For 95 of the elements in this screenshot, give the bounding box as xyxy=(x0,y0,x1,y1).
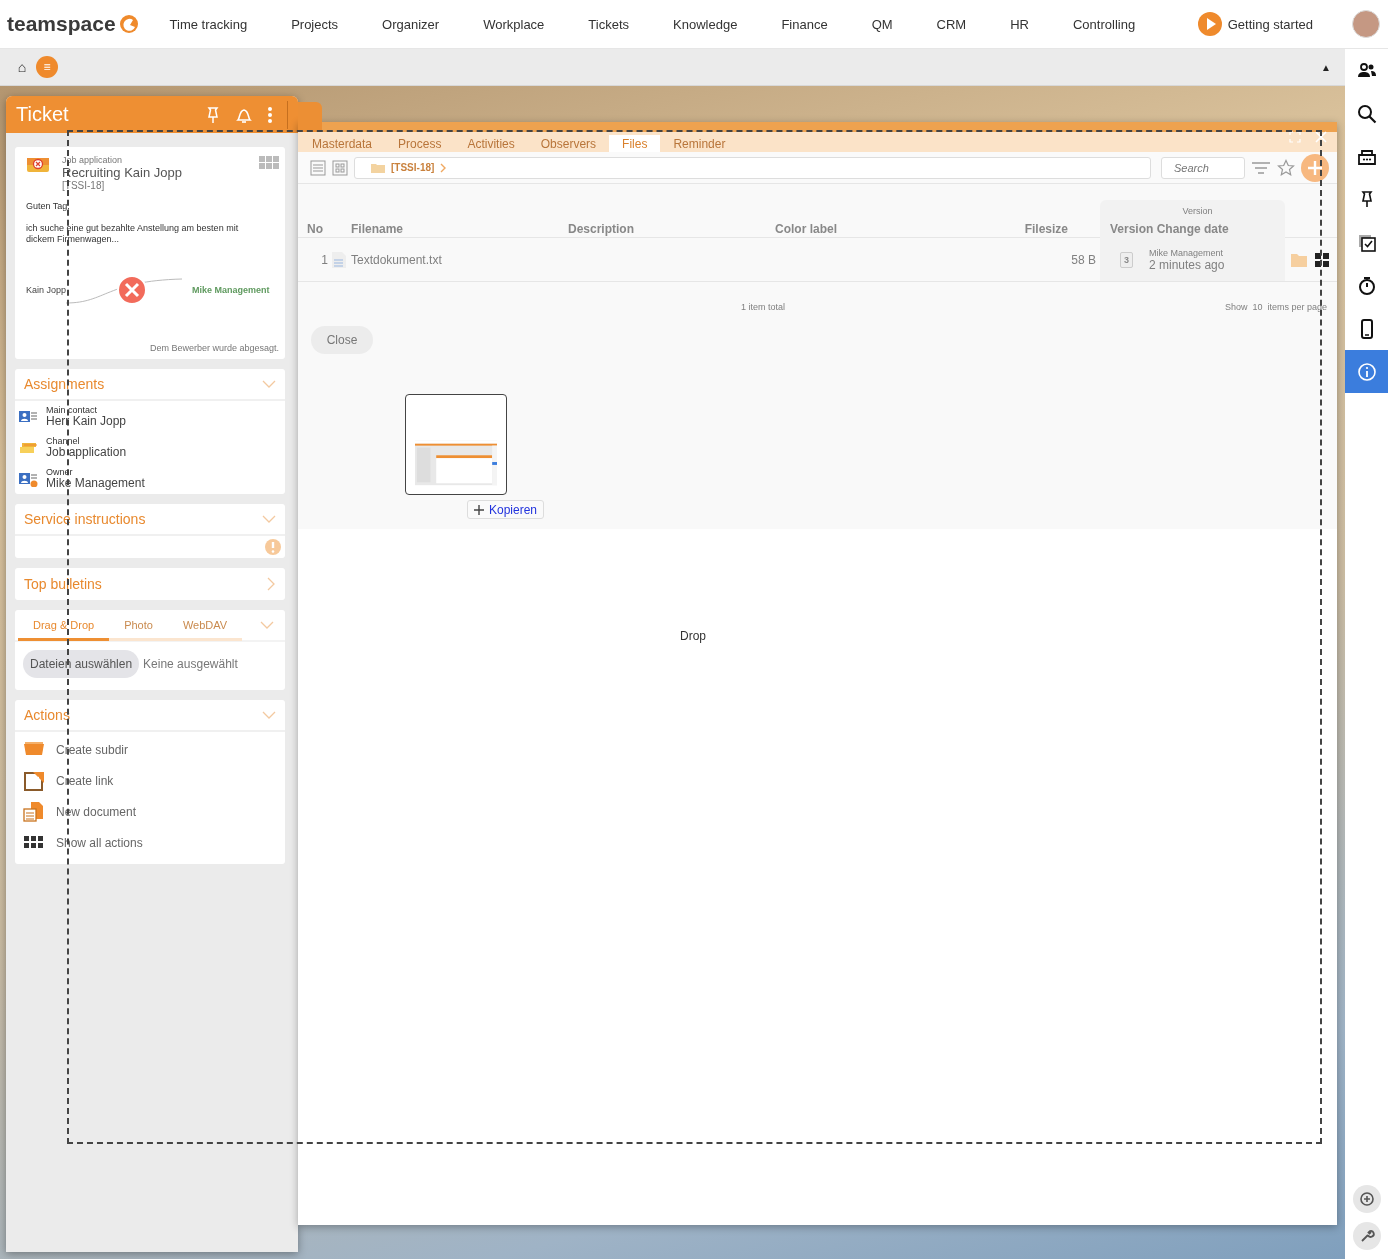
action-link[interactable]: Show all actions xyxy=(23,827,285,858)
section-title: Actions xyxy=(24,707,70,723)
nav-link[interactable]: CRM xyxy=(936,16,967,32)
stopwatch-icon xyxy=(1356,275,1377,296)
chevron-icon[interactable] xyxy=(262,514,276,524)
item-count: 1 item total xyxy=(741,302,786,312)
chevron-icon[interactable] xyxy=(260,620,274,630)
section-title: Assignments xyxy=(24,376,105,392)
pin-icon[interactable] xyxy=(205,105,221,124)
recipient-name: Mike Management xyxy=(192,285,270,295)
ticket-status: Dem Bewerber wurde abgesagt. xyxy=(148,343,279,353)
section-title: Service instructions xyxy=(24,511,146,527)
add-button[interactable] xyxy=(1301,153,1329,182)
nav-link[interactable]: Knowledge xyxy=(673,16,738,32)
pager-label: items per page xyxy=(1267,302,1327,312)
getting-started-label: Getting started xyxy=(1227,16,1313,32)
play-icon xyxy=(1197,12,1222,36)
chevron-icon[interactable] xyxy=(262,710,276,720)
owner-card-icon xyxy=(19,470,39,487)
nav-link[interactable]: Finance xyxy=(781,16,828,32)
grid-icon[interactable] xyxy=(1315,252,1329,267)
version-author: Mike Management xyxy=(1149,247,1225,258)
folder-icon xyxy=(371,162,385,173)
star-icon[interactable] xyxy=(1277,158,1295,177)
info-icon xyxy=(1356,361,1377,382)
close-icon[interactable] xyxy=(1315,131,1327,143)
nav-link[interactable]: QM xyxy=(871,16,893,32)
text-file-icon xyxy=(331,250,347,269)
list-view-icon[interactable] xyxy=(310,159,326,176)
nav-link[interactable]: Organizer xyxy=(382,16,440,32)
wrench-icon[interactable] xyxy=(1352,1222,1381,1250)
field-label: Main contact xyxy=(46,405,99,415)
version-date: 2 minutes ago xyxy=(1149,257,1225,272)
close-button[interactable]: Close xyxy=(311,326,373,354)
nav-link[interactable]: Workplace xyxy=(483,16,545,32)
drop-label: Drop xyxy=(680,629,706,643)
choose-files-button[interactable]: Dateien auswählen xyxy=(23,650,140,678)
nav-link[interactable]: Time tracking xyxy=(169,16,248,32)
table-cell-text: 58 B xyxy=(1070,252,1097,267)
page-size-value[interactable]: 10 xyxy=(1252,302,1263,312)
section-title: Top bulletins xyxy=(24,576,102,592)
message-text: ich suche eine gut bezahlte Anstellung am besten mit dickem Firmenwagen... xyxy=(26,223,240,245)
table-cell-text: Textdokument.txt xyxy=(351,252,443,267)
plus-icon xyxy=(474,504,484,515)
search-field[interactable]: Search xyxy=(1161,156,1245,179)
pager-label: Show xyxy=(1224,302,1248,312)
field-value: Herr Kain Jopp xyxy=(46,415,127,428)
maximize-icon[interactable] xyxy=(1289,131,1301,143)
collapse-button[interactable]: ▲ xyxy=(1321,61,1331,73)
action-label: Show all actions xyxy=(56,835,143,850)
contact-card-icon xyxy=(19,408,39,425)
chevron-right-icon[interactable] xyxy=(267,577,276,591)
logo-icon xyxy=(118,14,139,34)
column-header: Version Change date xyxy=(1110,222,1229,236)
nav-link[interactable]: Projects xyxy=(291,16,339,32)
field-value: Job application xyxy=(46,446,127,459)
version-badge: 3 xyxy=(1120,251,1133,268)
home-button[interactable]: ⌂ xyxy=(10,59,34,75)
nav-link[interactable]: Tickets xyxy=(588,16,630,32)
column-header: No xyxy=(307,222,324,238)
ticket-icon xyxy=(26,155,50,175)
logo-text: teamspace xyxy=(7,12,116,36)
chevron-icon[interactable] xyxy=(262,379,276,389)
nav-link[interactable]: HR xyxy=(1010,16,1029,32)
action-link[interactable]: Create subdir xyxy=(23,734,285,765)
ticket-title: Recruiting Kain Jopp xyxy=(62,165,183,180)
action-link[interactable]: Create link xyxy=(23,765,285,796)
nav-link[interactable]: Controlling xyxy=(1073,16,1136,32)
column-header: Description xyxy=(568,222,635,238)
action-label: Create subdir xyxy=(56,742,129,757)
column-group-label: Version xyxy=(1182,206,1213,216)
sender-name: Kain Jopp xyxy=(26,285,67,295)
folder-icon[interactable] xyxy=(1291,252,1307,267)
grid-view-icon[interactable] xyxy=(332,159,348,176)
column-header: Color label xyxy=(775,222,838,238)
getting-started-link[interactable]: Getting started xyxy=(1197,12,1313,36)
message-text: Guten Tag, xyxy=(26,201,71,212)
plus-icon xyxy=(1307,159,1323,176)
document-icon xyxy=(23,800,45,823)
file-status: Keine ausgewählt xyxy=(143,657,238,671)
checklist-icon xyxy=(1356,232,1377,253)
chevron-right-icon xyxy=(440,162,447,173)
panel-title: Ticket xyxy=(16,103,69,126)
filter-icon[interactable] xyxy=(1251,160,1271,175)
more-icon[interactable] xyxy=(267,105,273,124)
link-icon xyxy=(23,769,45,792)
column-header: Filesize xyxy=(1023,222,1068,238)
avatar[interactable] xyxy=(1352,10,1380,38)
table-cell: 1 xyxy=(321,252,328,267)
add-circle-icon[interactable] xyxy=(1352,1185,1381,1213)
action-label: Create link xyxy=(56,773,114,788)
copy-button[interactable]: Kopieren xyxy=(467,500,545,519)
breadcrumb-link[interactable]: [TSSI-18] xyxy=(391,162,435,173)
column-header: Filename xyxy=(351,222,405,238)
search-icon xyxy=(1356,103,1377,124)
